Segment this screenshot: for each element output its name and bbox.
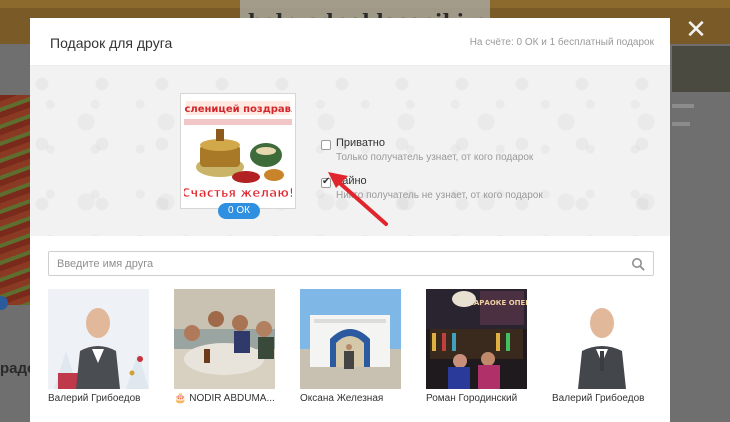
background-gift-image <box>0 95 30 305</box>
modal-title: Подарок для друга <box>50 35 173 51</box>
friend-avatar <box>48 289 149 389</box>
friend-avatar: КАРАОКЕ ОПЕРА <box>426 289 527 389</box>
close-icon[interactable]: ✕ <box>683 16 709 42</box>
search-icon[interactable] <box>631 257 645 271</box>
friend-avatar <box>174 289 275 389</box>
gift-image-text-top: С Масленицей поздравляю! <box>184 104 292 115</box>
balance-text: На счёте: 0 ОК и 1 бесплатный подарок <box>469 37 654 48</box>
friend-name: Валерий Грибоедов <box>48 393 141 404</box>
background-thumbnail <box>672 46 730 92</box>
friend-search-field[interactable] <box>48 251 654 276</box>
friend-name: Оксана Железная <box>300 393 384 404</box>
friend-avatar <box>300 289 401 389</box>
gift-modal: Подарок для друга На счёте: 0 ОК и 1 бес… <box>30 18 670 422</box>
annotation-arrow-icon <box>328 172 388 226</box>
karaoke-sign-text: КАРАОКЕ ОПЕРА <box>468 299 527 307</box>
background-line <box>672 122 690 126</box>
friends-list: Валерий Грибоедов 🎂 NODIR ABDUMA... Окса… <box>48 289 658 409</box>
private-hint: Только получатель узнает, от кого подаро… <box>336 152 534 163</box>
friend-search-input[interactable] <box>57 256 617 271</box>
modal-header: Подарок для друга На счёте: 0 ОК и 1 бес… <box>30 18 670 66</box>
friend-name: 🎂 NODIR ABDUMA... <box>174 393 275 404</box>
gift-image-text-bottom: Счастья желаю! <box>184 186 292 200</box>
gift-image: С Масленицей поздравляю! Счастья желаю! <box>184 97 292 205</box>
background-line <box>672 104 694 108</box>
gift-area: С Масленицей поздравляю! Счастья желаю! … <box>30 66 670 236</box>
friend-avatar <box>552 289 653 389</box>
gift-card[interactable]: С Масленицей поздравляю! Счастья желаю! <box>180 93 296 209</box>
friend-name: Роман Городинский <box>426 393 518 404</box>
gift-price-badge[interactable]: 0 ОК <box>218 203 260 219</box>
private-checkbox[interactable] <box>321 140 331 150</box>
private-label: Приватно <box>336 137 385 149</box>
background-text: радо <box>0 360 30 377</box>
friend-name: Валерий Грибоедов <box>552 393 645 404</box>
